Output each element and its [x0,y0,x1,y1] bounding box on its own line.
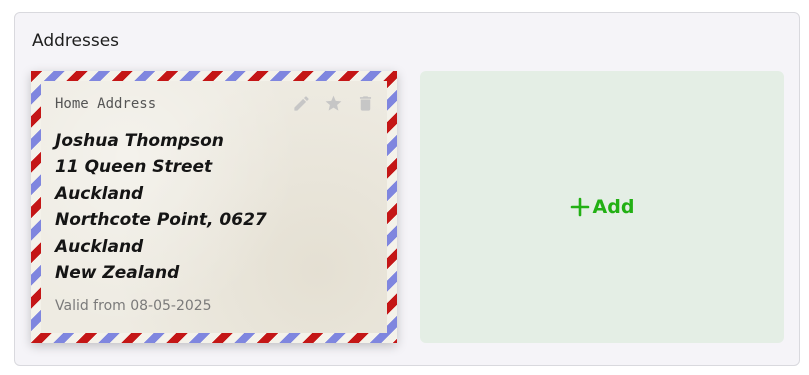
trash-icon[interactable] [356,94,375,113]
address-text: Joshua Thompson 11 Queen Street Auckland… [55,128,267,286]
pencil-icon[interactable] [292,94,311,113]
address-card-actions [292,94,375,113]
address-line-street: 11 Queen Street [55,157,213,178]
add-address-content: Add [570,196,635,218]
address-card-label: Home Address [55,96,157,112]
address-line-country: New Zealand [55,263,180,284]
valid-from-text: Valid from 08-05-2025 [55,298,212,314]
address-card-home: Home Address Joshua Thompson 11 Queen St… [31,71,397,343]
address-line-city: Auckland [55,183,144,204]
address-line-region: Auckland [55,236,144,257]
addresses-panel: Addresses Home Address Joshua Thompson 1… [14,12,800,366]
address-line-suburb-postcode: Northcote Point, 0627 [55,210,267,231]
add-address-button[interactable]: Add [420,71,784,343]
plus-icon [570,197,589,217]
section-title: Addresses [32,31,120,51]
star-icon[interactable] [324,94,343,113]
add-address-label: Add [592,196,635,218]
address-card-body: Home Address Joshua Thompson 11 Queen St… [41,81,387,333]
address-line-name: Joshua Thompson [55,131,224,151]
